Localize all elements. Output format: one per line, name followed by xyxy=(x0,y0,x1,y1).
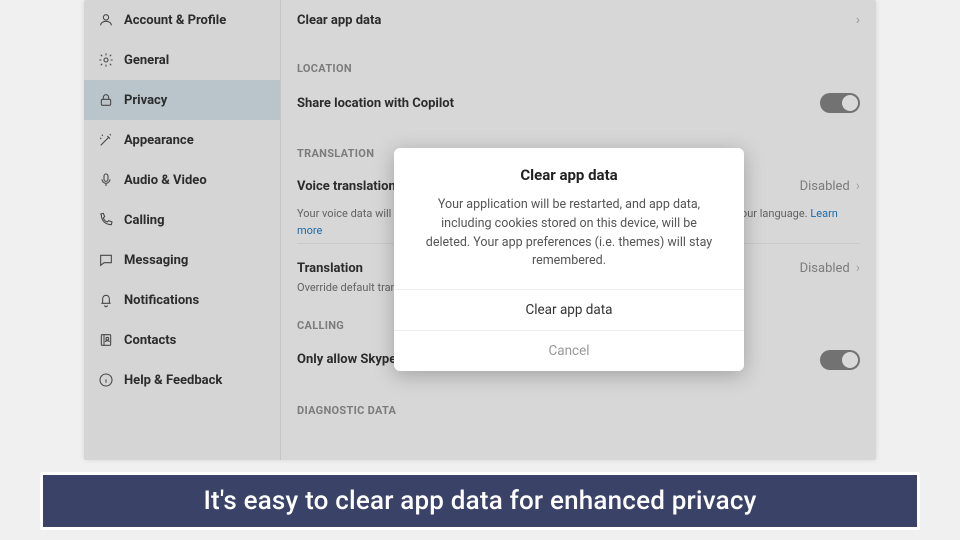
sidebar-item-account[interactable]: Account & Profile xyxy=(84,0,280,40)
section-location: LOCATION xyxy=(297,40,860,81)
sidebar-item-label: Notifications xyxy=(124,293,199,308)
sidebar-item-label: Messaging xyxy=(124,253,188,268)
book-icon xyxy=(98,332,114,348)
sidebar-item-label: Help & Feedback xyxy=(124,373,222,388)
toggle-calling-contacts[interactable] xyxy=(820,350,860,370)
sidebar-item-privacy[interactable]: Privacy xyxy=(84,80,280,120)
wand-icon xyxy=(98,132,114,148)
chevron-right-icon: › xyxy=(856,260,860,276)
sidebar: Account & Profile General Privacy xyxy=(84,0,281,460)
settings-window: Account & Profile General Privacy xyxy=(84,0,876,460)
sidebar-item-label: Account & Profile xyxy=(124,13,226,28)
sidebar-item-general[interactable]: General xyxy=(84,40,280,80)
info-icon xyxy=(98,372,114,388)
gear-icon xyxy=(98,52,114,68)
status-disabled: Disabled › xyxy=(800,260,860,276)
row-label: Voice translation xyxy=(297,179,396,194)
dialog-confirm-button[interactable]: Clear app data xyxy=(394,289,744,330)
sidebar-item-label: Privacy xyxy=(124,93,167,108)
sidebar-item-contacts[interactable]: Contacts xyxy=(84,320,280,360)
row-label: Share location with Copilot xyxy=(297,96,454,111)
sidebar-item-appearance[interactable]: Appearance xyxy=(84,120,280,160)
disabled-label: Disabled xyxy=(800,179,850,194)
status-disabled: Disabled › xyxy=(800,178,860,194)
sidebar-item-label: Calling xyxy=(124,213,165,228)
person-icon xyxy=(98,12,114,28)
section-diagnostic: DIAGNOSTIC DATA xyxy=(297,382,860,423)
sidebar-item-label: Appearance xyxy=(124,133,194,148)
chevron-right-icon: › xyxy=(856,12,860,28)
sidebar-item-messaging[interactable]: Messaging xyxy=(84,240,280,280)
dialog-title: Clear app data xyxy=(394,148,744,190)
sidebar-item-help[interactable]: Help & Feedback xyxy=(84,360,280,400)
sidebar-item-notifications[interactable]: Notifications xyxy=(84,280,280,320)
sidebar-item-label: General xyxy=(124,53,169,68)
row-label: Translation xyxy=(297,261,363,276)
row-clear-app-data[interactable]: Clear app data › xyxy=(297,0,860,40)
dialog-cancel-button[interactable]: Cancel xyxy=(394,330,744,371)
row-label: Clear app data xyxy=(297,13,381,28)
row-share-location[interactable]: Share location with Copilot xyxy=(297,81,860,125)
chevron-right-icon: › xyxy=(856,178,860,194)
bell-icon xyxy=(98,292,114,308)
toggle-share-location[interactable] xyxy=(820,93,860,113)
phone-icon xyxy=(98,212,114,228)
sidebar-item-label: Contacts xyxy=(124,333,176,348)
clear-app-data-dialog: Clear app data Your application will be … xyxy=(394,148,744,371)
chat-icon xyxy=(98,252,114,268)
dialog-body: Your application will be restarted, and … xyxy=(394,190,744,289)
mic-icon xyxy=(98,172,114,188)
sidebar-item-audio-video[interactable]: Audio & Video xyxy=(84,160,280,200)
lock-icon xyxy=(98,92,114,108)
annotation-caption: It's easy to clear app data for enhanced… xyxy=(40,472,920,530)
sidebar-item-calling[interactable]: Calling xyxy=(84,200,280,240)
disabled-label: Disabled xyxy=(800,261,850,276)
sidebar-item-label: Audio & Video xyxy=(124,173,207,188)
